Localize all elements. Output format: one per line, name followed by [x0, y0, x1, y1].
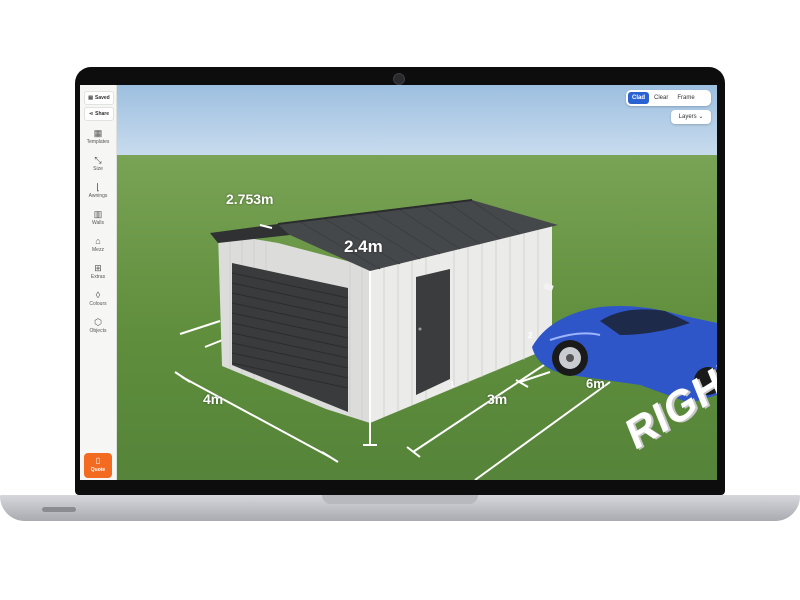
quote-button[interactable]: ▯ Quote [84, 453, 112, 478]
app-screen: 2.753m 2.4m 4m 3m 6m 1 2 RIGHT ▤ Saved ⋖… [80, 85, 717, 480]
sidebar-item-label: Extras [90, 274, 106, 280]
view-mode-toggle: Clad Clear Frame [626, 90, 711, 106]
share-icon: ⋖ [88, 111, 94, 117]
space-dimension-label: 6m [586, 376, 605, 391]
sidebar-item-label: Walls [91, 220, 105, 226]
wall-marker-1[interactable]: 1 [450, 380, 454, 389]
tab-frame[interactable]: Frame [673, 92, 698, 104]
share-label: Share [95, 111, 110, 117]
extras-icon: ⊞ [94, 263, 102, 273]
share-button[interactable]: ⋖ Share [84, 107, 114, 121]
front-dimension-label: 4m [203, 391, 224, 407]
sidebar-item-label: Mezz [92, 247, 104, 253]
sidebar-item-label: Templates [86, 139, 110, 145]
sidebar-item-size[interactable]: ⤡ Size [80, 154, 116, 178]
layers-label: Layers [678, 114, 697, 120]
templates-icon: ▦ [93, 128, 103, 138]
side-dimension-label: 3m [487, 391, 508, 407]
sidebar-item-extras[interactable]: ⊞ Extras [80, 262, 116, 286]
access-door[interactable] [416, 269, 450, 395]
quote-label: Quote [90, 467, 106, 473]
awning-icon: ⌊ [96, 182, 100, 192]
height-dimension-label: 2.4m [344, 237, 383, 256]
layers-dropdown[interactable]: Layers ⌄ [671, 110, 711, 124]
sidebar-item-label: Size [93, 166, 103, 172]
camera-icon [393, 73, 405, 85]
width-dimension-label: 2.753m [226, 191, 274, 207]
saved-label: Saved [95, 95, 110, 101]
cube-icon: ⬡ [94, 317, 102, 327]
sidebar-item-label: Awnings [88, 193, 108, 199]
resize-icon: ⤡ [94, 155, 102, 165]
sidebar-item-colours[interactable]: ◊ Colours [80, 289, 116, 313]
tab-clear[interactable]: Clear [650, 92, 672, 104]
wall-marker-2[interactable]: 2 [528, 331, 532, 340]
door-handle [418, 327, 422, 331]
sidebar-item-objects[interactable]: ⬡ Objects [80, 316, 116, 340]
sidebar-item-walls[interactable]: ▥ Walls [80, 208, 116, 232]
sidebar-item-templates[interactable]: ▦ Templates [80, 127, 116, 151]
chevron-down-icon: ⌄ [698, 114, 704, 120]
saved-button[interactable]: ▤ Saved [84, 91, 114, 105]
quote-icon: ▯ [95, 456, 101, 465]
walls-icon: ▥ [93, 209, 103, 219]
sidebar-item-awnings[interactable]: ⌊ Awnings [80, 181, 116, 205]
tab-clad[interactable]: Clad [628, 92, 650, 104]
sidebar-item-label: Colours [89, 301, 107, 307]
save-icon: ▤ [88, 95, 93, 101]
mezzanine-icon: ⌂ [95, 236, 101, 246]
sidebar-item-label: Objects [89, 328, 107, 334]
left-toolbar: ▤ Saved ⋖ Share ▦ Templates ⤡ Size ⌊ Awn… [80, 85, 117, 480]
sidebar-item-mezz[interactable]: ⌂ Mezz [80, 235, 116, 259]
laptop-notch [322, 495, 478, 504]
colour-drop-icon: ◊ [95, 290, 101, 300]
laptop-slot [42, 507, 76, 512]
